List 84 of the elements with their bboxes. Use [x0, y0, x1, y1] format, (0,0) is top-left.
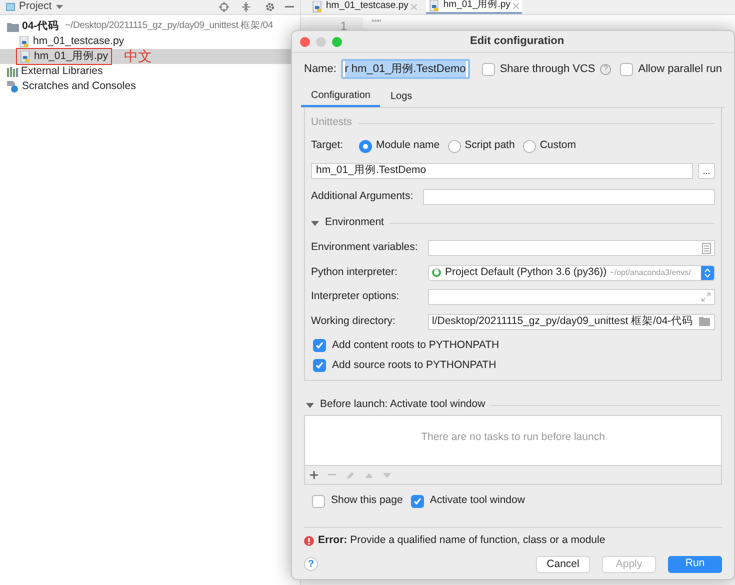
dropdown-arrows-icon[interactable] [701, 266, 714, 280]
tab[interactable]: Configuration [301, 86, 380, 107]
checkbox-label[interactable]: Activate tool window [430, 493, 525, 509]
close-icon[interactable] [411, 4, 418, 10]
tab[interactable]: Logs [380, 86, 422, 107]
empty-message: There are no tasks to run before launch [421, 430, 605, 445]
tree-item[interactable]: hm_01_testcase.py [33, 34, 124, 50]
expand-arrow-icon[interactable] [306, 402, 314, 408]
scratch-icon [7, 80, 19, 92]
loading-icon [432, 268, 441, 278]
target-label: Target: [311, 138, 344, 154]
add-icon[interactable] [310, 471, 318, 479]
close-icon[interactable] [513, 2, 520, 8]
checkbox-label[interactable]: Add content roots to PYTHONPATH [332, 338, 500, 354]
checkmark-icon [412, 496, 422, 506]
tree-item[interactable]: 04-代码 [22, 18, 60, 34]
section-title: Unittests [311, 115, 352, 130]
checkbox-label[interactable]: Show this page [331, 493, 403, 509]
radio-label[interactable]: Script path [464, 138, 515, 154]
input-field[interactable] [428, 240, 715, 256]
close-button[interactable] [300, 36, 310, 46]
field-label: Additional Arguments: [311, 189, 414, 204]
browse-button[interactable]: ... [698, 163, 715, 179]
section-title: Environment [325, 215, 384, 230]
radio-label[interactable]: Custom [540, 138, 576, 154]
panel-icon [6, 3, 15, 11]
checkbox[interactable] [313, 359, 326, 372]
python-file-icon [19, 36, 30, 48]
dialog-button[interactable]: Cancel [536, 556, 590, 572]
field-label: Environment variables: [311, 240, 419, 256]
tree-item[interactable]: Scratches and Consoles [22, 78, 136, 94]
name-field[interactable]: r hm_01_用例.TestDemo [340, 59, 470, 79]
caret-icon[interactable] [56, 4, 63, 10]
checkbox-label[interactable]: Share through VCS [500, 60, 596, 78]
editor-tab[interactable]: hm_01_testcase.py [309, 0, 420, 14]
zoom-button[interactable] [332, 36, 342, 46]
field-label: Working directory: [311, 314, 396, 329]
python-file-icon [429, 0, 440, 12]
expand-icon[interactable] [701, 292, 711, 302]
edit-icon[interactable] [346, 470, 355, 480]
annotation-label: 中文 [124, 47, 152, 66]
python-file-icon [20, 50, 31, 62]
checkbox[interactable] [410, 494, 424, 508]
checkmark-icon [315, 341, 324, 350]
panel-title[interactable]: Project [19, 0, 52, 15]
editor-tab[interactable]: hm_01_用例.py [426, 0, 522, 14]
module-field[interactable]: hm_01_用例.TestDemo [311, 163, 693, 179]
checkbox[interactable] [482, 62, 495, 76]
checkbox[interactable] [313, 339, 326, 352]
minimize-icon[interactable] [285, 6, 294, 8]
minimize-button[interactable] [316, 36, 326, 46]
name-label: Name: [304, 62, 338, 77]
list-icon[interactable] [702, 242, 711, 254]
field-label: Python interpreter: [311, 264, 398, 280]
move-down-icon[interactable] [383, 472, 391, 478]
checkbox-label[interactable]: Allow parallel run [638, 60, 722, 78]
move-up-icon[interactable] [365, 472, 373, 478]
folder-path: ~/Desktop/20211115_gz_py/day09_unittest 框架/04 [65, 19, 273, 34]
interpreter-select[interactable]: Project Default (Python 3.6 (py36)) ~/opt/anaconda3/envs/ [428, 264, 715, 281]
error-message: Error: Provide a qualified name of function, class or a module [318, 533, 606, 548]
tree-item[interactable]: External Libraries [21, 64, 103, 80]
section-title: Before launch: Activate tool window [320, 397, 486, 412]
locate-icon[interactable] [219, 2, 229, 12]
error-icon [304, 536, 314, 546]
radio-label[interactable]: Module name [376, 138, 440, 154]
radio-button[interactable] [448, 140, 461, 152]
field-label: Interpreter options: [311, 289, 400, 304]
radio-button[interactable] [522, 140, 536, 152]
radio-button[interactable] [359, 140, 372, 152]
expand-arrow-icon[interactable] [311, 220, 319, 226]
checkmark-icon [315, 361, 324, 370]
checkbox-label[interactable]: Add source roots to PYTHONPATH [332, 358, 496, 374]
settings-icon[interactable] [265, 2, 275, 12]
collapse-icon[interactable] [241, 2, 251, 12]
folder-icon[interactable] [699, 317, 711, 326]
folder-icon [7, 22, 19, 32]
library-icon [7, 66, 18, 76]
window-title: Edit configuration [470, 34, 564, 50]
checkbox[interactable] [620, 62, 634, 76]
input-field[interactable]: l/Desktop/20211115_gz_py/day09_unittest 框架/04-代码 [428, 314, 715, 330]
code-line: """ [371, 17, 381, 30]
arguments-field[interactable] [423, 189, 715, 205]
input-field[interactable] [428, 289, 715, 306]
checkbox[interactable] [312, 494, 325, 508]
